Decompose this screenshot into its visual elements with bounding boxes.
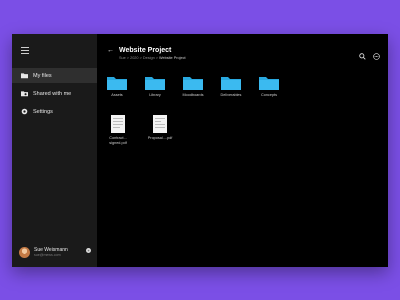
folder-icon: [259, 76, 279, 90]
folder-item[interactable]: Assets: [107, 76, 127, 97]
file-item[interactable]: Proposal....pdf: [147, 115, 173, 146]
folder-label: Library: [149, 93, 161, 97]
avatar: [19, 246, 30, 258]
folder-icon: [21, 72, 28, 79]
folder-item[interactable]: Moodboards: [182, 76, 204, 97]
header: ← Website Project Sue > 2020 > Design > …: [107, 47, 388, 60]
main-panel: ← Website Project Sue > 2020 > Design > …: [97, 34, 388, 267]
back-arrow-icon[interactable]: ←: [107, 47, 114, 54]
hamburger-icon[interactable]: [21, 47, 29, 54]
user-profile[interactable]: Sue Weismann sue@mews.com +: [12, 237, 97, 267]
sidebar-item-settings[interactable]: Settings: [12, 104, 97, 119]
sidebar-item-label: My files: [33, 72, 52, 79]
breadcrumb: Sue > 2020 > Design > Website Project: [119, 56, 186, 60]
file-grid: Contract... signed.pdf Proposal....pdf: [107, 115, 388, 146]
file-item[interactable]: Contract... signed.pdf: [107, 115, 129, 146]
sidebar-item-shared[interactable]: Shared with me: [12, 86, 97, 101]
folder-item[interactable]: Library: [145, 76, 165, 97]
folder-label: Moodboards: [182, 93, 204, 97]
sidebar-item-my-files[interactable]: My files: [12, 68, 97, 83]
folder-icon: [221, 76, 241, 90]
pdf-document-icon: [111, 115, 125, 133]
folder-item[interactable]: Deliverables: [221, 76, 241, 97]
shared-icon: [21, 90, 28, 97]
sidebar-item-label: Shared with me: [33, 90, 72, 97]
folder-item[interactable]: Concepts: [259, 76, 279, 97]
folder-icon: [183, 76, 203, 90]
folder-label: Assets: [111, 93, 123, 97]
toolbar: [359, 47, 380, 60]
breadcrumb-current: Website Project: [159, 56, 186, 60]
user-email: sue@mews.com: [34, 252, 61, 257]
add-account-button[interactable]: +: [86, 248, 91, 253]
folder-icon: [145, 76, 165, 90]
gear-icon: [21, 108, 28, 115]
search-icon[interactable]: [359, 47, 366, 60]
page-title: Website Project: [119, 47, 172, 54]
folder-grid: Assets Library Moodboards Deliverables C…: [107, 76, 388, 97]
file-label-line2: signed.pdf: [109, 141, 127, 145]
more-icon[interactable]: [373, 47, 380, 60]
folder-label: Concepts: [260, 93, 278, 97]
folder-icon: [107, 76, 127, 90]
file-label: Proposal....pdf: [147, 136, 173, 140]
pdf-document-icon: [153, 115, 167, 133]
sidebar: My files Shared with me Settings Sue Wei…: [12, 34, 97, 267]
sidebar-item-label: Settings: [33, 108, 53, 115]
app-window: My files Shared with me Settings Sue Wei…: [12, 34, 388, 267]
breadcrumb-path[interactable]: Sue > 2020 > Design >: [119, 56, 159, 60]
folder-label: Deliverables: [220, 93, 242, 97]
